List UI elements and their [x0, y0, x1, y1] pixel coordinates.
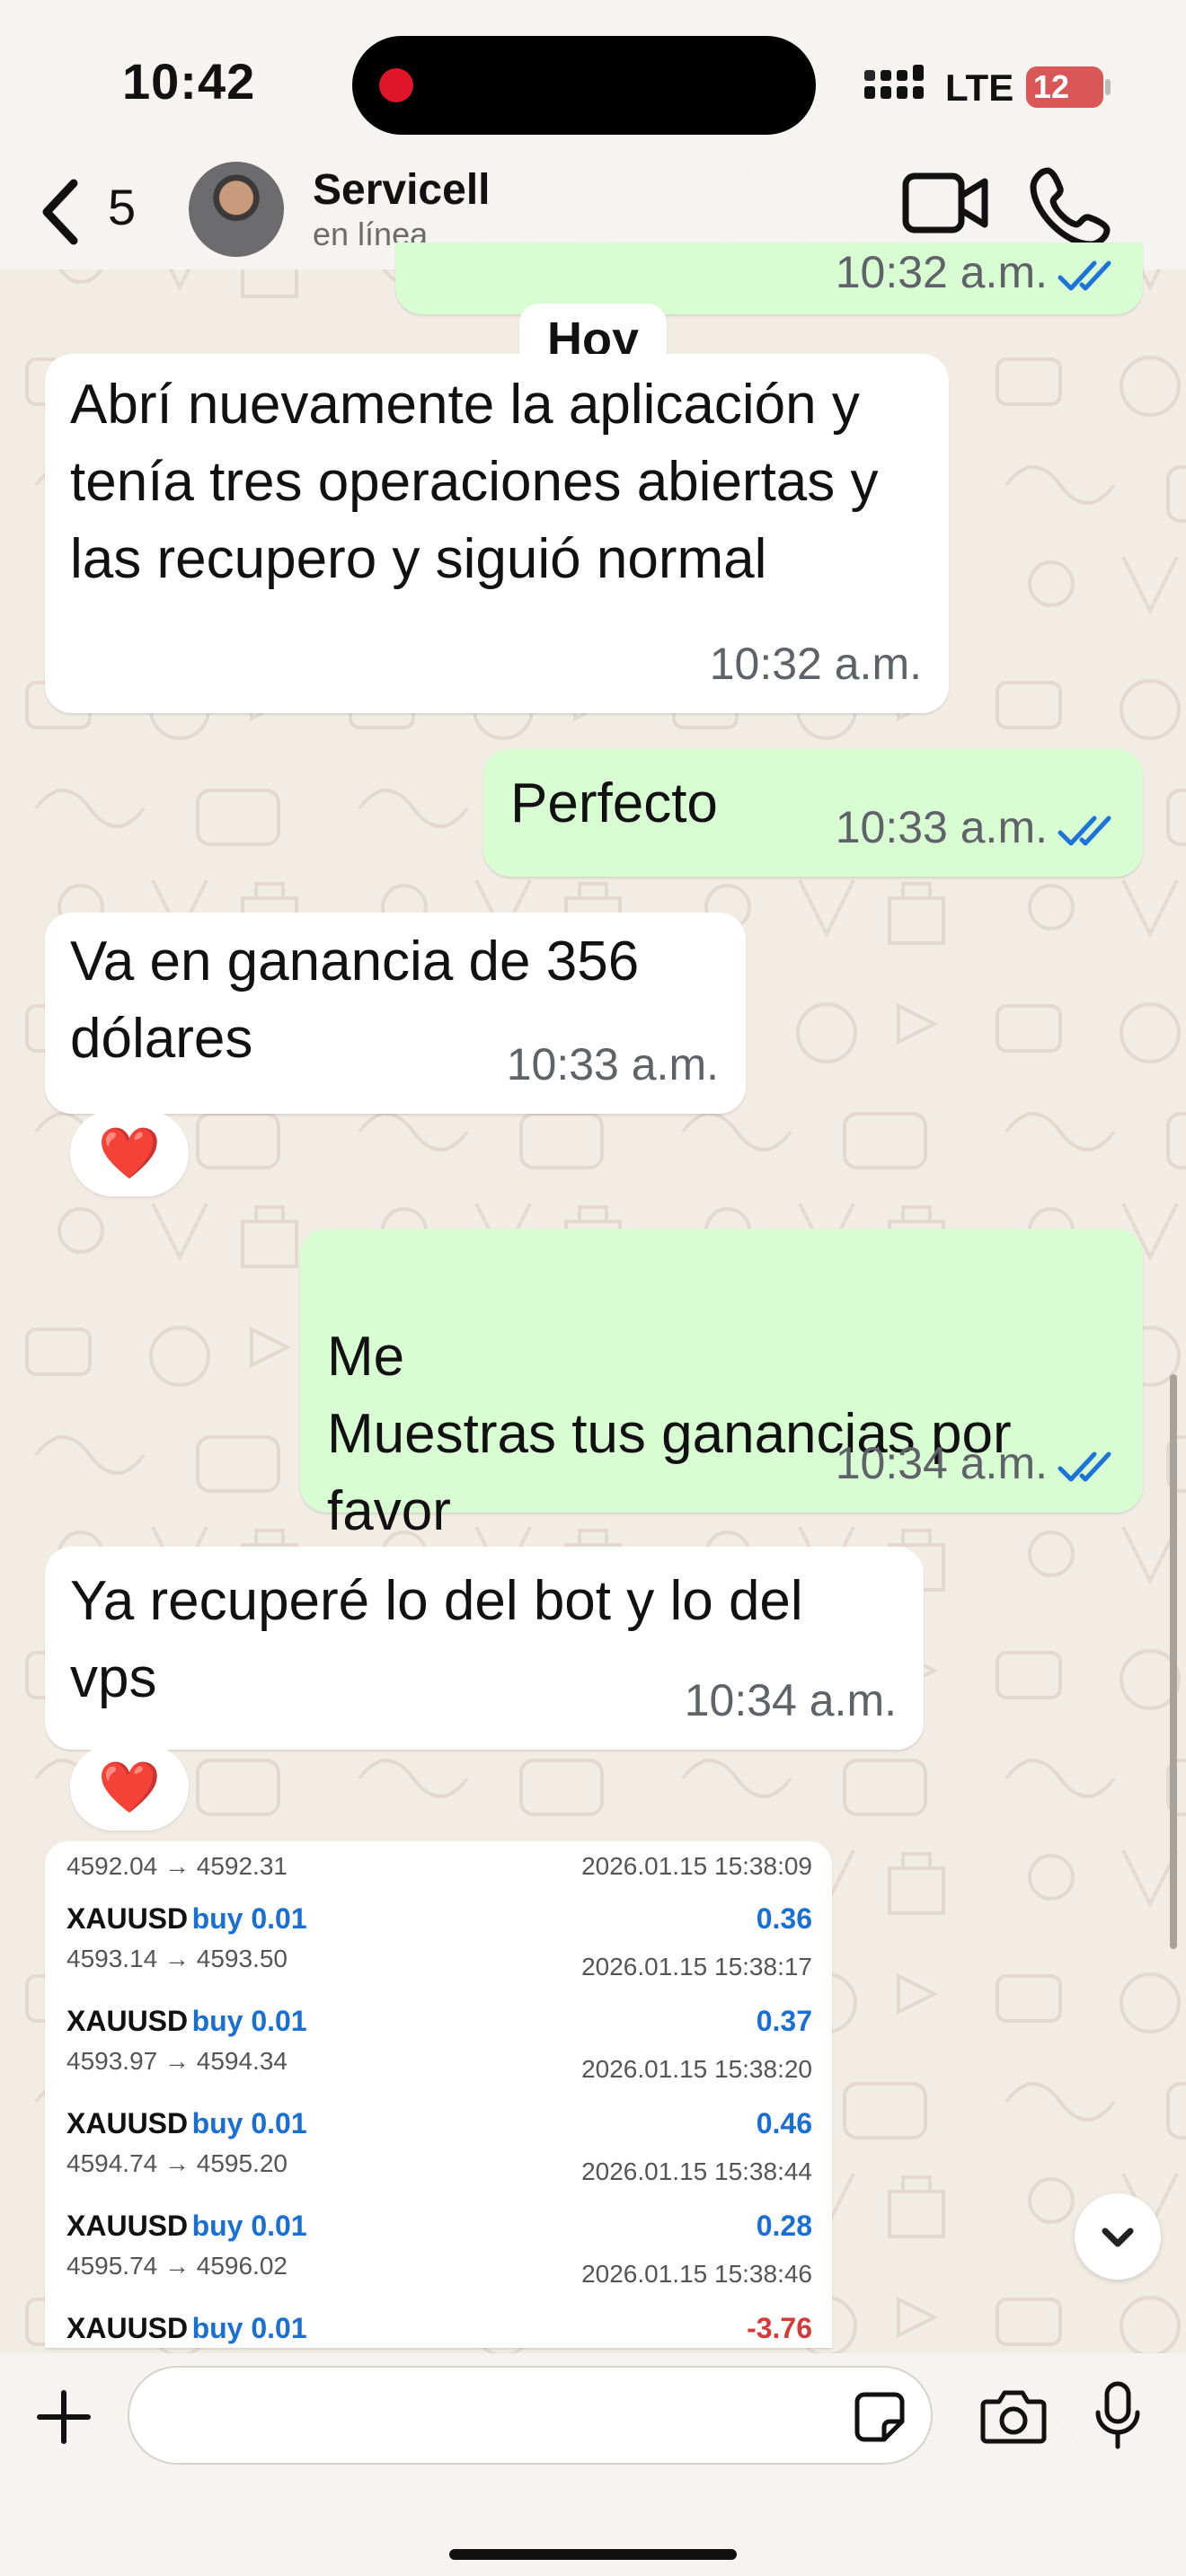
- trade-side: buy 0.01: [191, 2107, 307, 2139]
- recording-indicator: [379, 68, 413, 102]
- attach-plus-icon[interactable]: [34, 2387, 93, 2447]
- back-chevron-icon[interactable]: [34, 176, 88, 248]
- message-bubble-incoming[interactable]: Ya recuperé lo del bot y lo del vps 10:3…: [45, 1547, 924, 1750]
- trade-symbol: XAUUSD: [66, 2107, 189, 2139]
- trade-symbol: XAUUSD: [66, 2210, 189, 2242]
- trade-profit: -3.76: [747, 2312, 812, 2344]
- unread-count[interactable]: 5: [108, 176, 136, 239]
- reaction-heart[interactable]: ❤️: [70, 1110, 189, 1196]
- trade-prices: 4592.04 → 4592.31: [66, 1852, 288, 1880]
- trade-profit: 0.36: [756, 1902, 812, 1935]
- trade-side: buy 0.01: [191, 1902, 307, 1935]
- trade-side: buy 0.01: [191, 2210, 307, 2242]
- message-time: 10:34 a.m.: [835, 1438, 1048, 1488]
- image-message-trade-history[interactable]: 4592.04 → 4592.31 2026.01.15 15:38:09 XA…: [45, 1841, 832, 2348]
- dynamic-island: [352, 36, 816, 135]
- sticker-icon[interactable]: [854, 2391, 906, 2443]
- trade-date: 2026.01.15 15:38:20: [581, 2055, 812, 2083]
- network-type: LTE: [945, 66, 1014, 109]
- chevron-down-icon: [1102, 2228, 1134, 2247]
- trade-row-partial: 4592.04 → 4592.31 2026.01.15 15:38:09: [66, 1852, 812, 1888]
- trade-row: XAUUSD buy 0.01 0.37 4593.97 → 4594.34 2…: [66, 2005, 812, 2095]
- message-input[interactable]: [128, 2366, 933, 2465]
- message-bubble-outgoing[interactable]: Perfecto 10:33 a.m.: [483, 749, 1143, 877]
- message-time: 10:34 a.m.: [684, 1675, 897, 1725]
- contact-name[interactable]: Servicell: [313, 165, 490, 215]
- message-text: Abrí nuevamente la aplicación y tenía tr…: [70, 374, 879, 590]
- message-bubble-incoming[interactable]: Va en ganancia de 356 dólares 10:33 a.m.: [45, 913, 746, 1114]
- read-receipt-icon: [1058, 1451, 1111, 1482]
- trade-symbol: XAUUSD: [66, 2005, 189, 2037]
- trade-row: XAUUSD buy 0.01 0.36 4593.14 → 4593.50 2…: [66, 1902, 812, 1992]
- microphone-icon[interactable]: [1091, 2380, 1145, 2452]
- trade-date: 2026.01.15 15:38:44: [581, 2157, 812, 2185]
- trade-profit: 0.37: [756, 2005, 812, 2037]
- scroll-to-bottom-button[interactable]: [1075, 2193, 1161, 2280]
- message-time: 10:32 a.m.: [835, 247, 1048, 297]
- message-time: 10:33 a.m.: [835, 802, 1048, 852]
- trade-side: buy 0.01: [191, 2005, 307, 2037]
- message-bubble-outgoing[interactable]: Me Muestras tus ganancias por favor 10:3…: [300, 1229, 1143, 1542]
- message-time: 10:33 a.m.: [506, 1039, 719, 1090]
- signal-strength-icon: [864, 65, 924, 99]
- read-receipt-icon: [1058, 260, 1111, 291]
- battery-icon: 12: [1026, 66, 1103, 108]
- camera-icon[interactable]: [979, 2387, 1048, 2447]
- trade-side: buy 0.01: [191, 2312, 307, 2344]
- scrollbar[interactable]: [1170, 1374, 1177, 1949]
- battery-cap: [1105, 79, 1111, 95]
- trade-symbol: XAUUSD: [66, 2312, 189, 2344]
- message-time: 10:32 a.m.: [709, 639, 922, 689]
- trade-date: 2026.01.15 15:38:09: [581, 1852, 812, 1880]
- message-field[interactable]: [162, 2387, 866, 2445]
- message-bubble-incoming[interactable]: Abrí nuevamente la aplicación y tenía tr…: [45, 354, 949, 713]
- trade-profit: 0.46: [756, 2107, 812, 2139]
- trade-symbol: XAUUSD: [66, 1902, 189, 1935]
- trade-row: XAUUSD buy 0.01 0.28 4595.74 → 4596.02 2…: [66, 2210, 812, 2299]
- trade-row-partial: XAUUSD buy 0.01 -3.76: [66, 2312, 812, 2348]
- trade-date: 2026.01.15 15:38:17: [581, 1953, 812, 1981]
- home-indicator: [449, 2549, 737, 2560]
- read-receipt-icon: [1058, 816, 1111, 846]
- trade-row: XAUUSD buy 0.01 0.46 4594.74 → 4595.20 2…: [66, 2107, 812, 2197]
- video-call-icon[interactable]: [902, 167, 988, 239]
- trade-date: 2026.01.15 15:38:46: [581, 2260, 812, 2288]
- reaction-heart[interactable]: ❤️: [70, 1744, 189, 1831]
- trade-profit: 0.28: [756, 2210, 812, 2242]
- status-time: 10:42: [122, 53, 256, 110]
- avatar[interactable]: [189, 162, 284, 257]
- message-bubble-outgoing[interactable]: 10:32 a.m.: [395, 243, 1143, 314]
